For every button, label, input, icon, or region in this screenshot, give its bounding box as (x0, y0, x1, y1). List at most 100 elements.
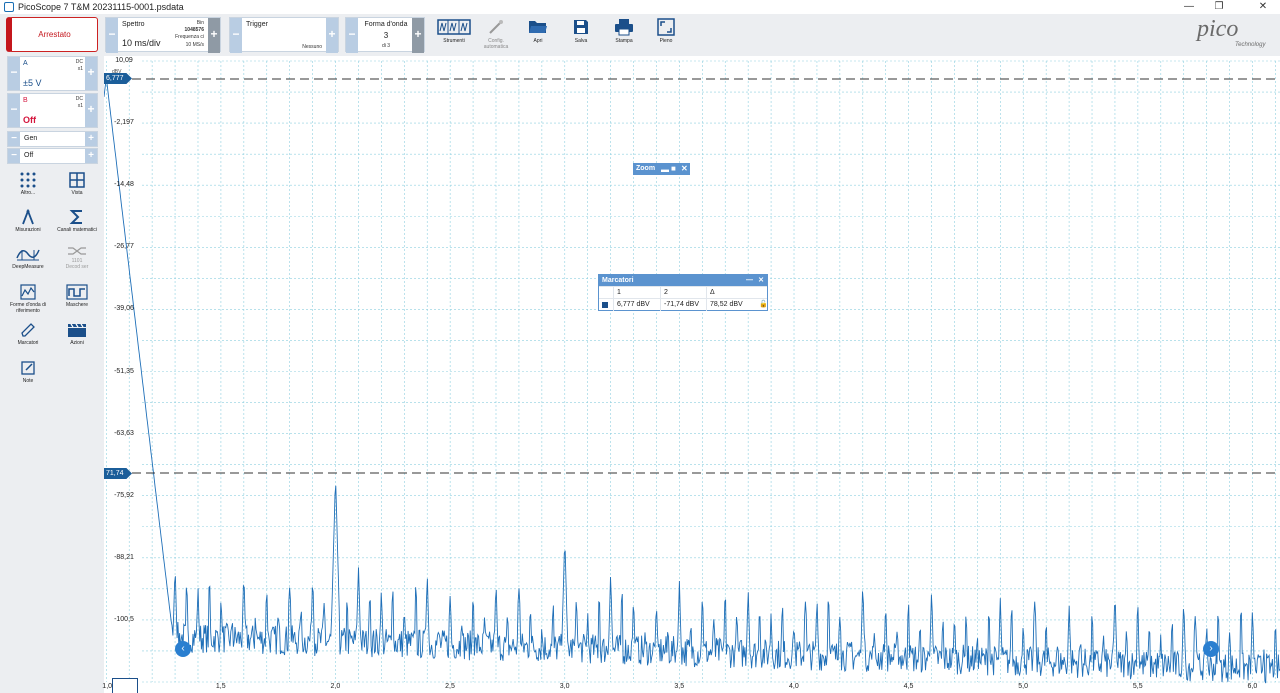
bin-label: Bin (196, 20, 204, 26)
bin-value[interactable]: 1048576 (185, 27, 204, 33)
mask-icon (66, 284, 88, 300)
pencil-icon (21, 323, 35, 337)
generator-state-control[interactable]: − Off + (7, 148, 98, 164)
view-grid-icon (69, 172, 85, 188)
generator-state-decrease-button[interactable]: − (8, 149, 20, 163)
sample-rate-value: 10 MS/s (185, 42, 204, 48)
close-icon[interactable]: ✕ (1250, 0, 1276, 14)
zoom-restore-icon[interactable]: ■ (671, 163, 676, 175)
markers-panel-header[interactable]: Marcatori — ✕ (599, 275, 767, 286)
scroll-left-button[interactable]: ‹ (175, 641, 191, 657)
reference-waveforms-label: Forme d'onda di riferimento (10, 302, 46, 314)
x-axis-tick-label: 4,0 (789, 683, 799, 690)
channel-b-range[interactable]: Off (23, 115, 36, 125)
marker-2-flag[interactable]: 71,74 (104, 468, 132, 479)
channel-a-decrease-button[interactable]: − (8, 57, 20, 90)
generator-decrease-button[interactable]: − (8, 132, 20, 146)
x-axis-tick-label: 3,5 (674, 683, 685, 690)
run-stop-button[interactable]: Arrestato (6, 17, 98, 52)
notes-label: Note (22, 378, 34, 384)
y-axis-tick-label: -63,63 (114, 429, 134, 437)
trigger-decrease-button[interactable]: − (230, 18, 242, 53)
notes-button[interactable]: Note (7, 360, 49, 384)
markers-panel-close-icon[interactable]: ✕ (758, 275, 764, 286)
title-bar: PicoScope 7 T&M 20231115-0001.psdata — ❐… (0, 0, 1280, 14)
channel-a-control[interactable]: − A DC x1 ±5 V + (7, 56, 98, 91)
serial-decode-icon (68, 247, 86, 255)
serial-decode-button[interactable]: 1101 Decod ser (56, 246, 98, 270)
instruments-button[interactable]: Strumenti (434, 17, 474, 52)
spectrum-plot-canvas[interactable] (104, 56, 1280, 693)
scroll-right-button[interactable]: › (1203, 641, 1219, 657)
logo-subtext: Technology (1235, 42, 1266, 48)
masks-button[interactable]: Maschere (56, 284, 98, 308)
x-axis-tick-label: 5,5 (1132, 683, 1143, 690)
minimize-icon[interactable]: — (1176, 0, 1202, 14)
autosetup-button[interactable]: Config. automatica (476, 17, 516, 52)
picoscope-window: PicoScope 7 T&M 20231115-0001.psdata — ❐… (0, 0, 1280, 693)
channel-b-coupling[interactable]: DC (76, 96, 83, 102)
timebase-decrease-button[interactable]: − (106, 18, 118, 53)
channel-a-range[interactable]: ±5 V (23, 78, 41, 88)
channel-b-increase-button[interactable]: + (85, 94, 97, 127)
waveform-index[interactable]: 3 (360, 31, 412, 40)
save-button[interactable]: Salva (561, 17, 601, 52)
zoom-minimize-icon[interactable]: ▬ (661, 164, 669, 176)
wand-icon (489, 20, 503, 34)
open-button[interactable]: Apri (518, 17, 558, 52)
channel-a-increase-button[interactable]: + (85, 57, 97, 90)
spectrum-plot[interactable]: 10,09 -2,197 -14,48 -26,77 -39,06 -51,35 -63,6… (102, 56, 1280, 693)
fullscreen-label: Pieno (659, 38, 673, 44)
channel-b-decrease-button[interactable]: − (8, 94, 20, 127)
channel-a-probe: x1 (77, 66, 83, 72)
generator-state-increase-button[interactable]: + (85, 149, 97, 163)
marker-1-flag[interactable]: 6,777 (104, 73, 132, 84)
axis-corner-box (112, 678, 138, 693)
y-axis-tick-label: -88,21 (114, 553, 134, 561)
generator-label: Gen (24, 135, 38, 142)
actions-button[interactable]: Azioni (56, 322, 98, 346)
measurements-button[interactable]: Misurazioni (7, 209, 49, 233)
trigger-label: Trigger (246, 21, 268, 28)
channel-b-control[interactable]: − B DC x1 Off + (7, 93, 98, 128)
x-axis-tick-label: 5,0 (1018, 683, 1028, 690)
logo-text: pico (1197, 16, 1239, 42)
generator-control[interactable]: − Gen + (7, 131, 98, 147)
x-axis-tick-label: 2,0 (330, 683, 341, 690)
channel-a-coupling[interactable]: DC (76, 59, 83, 65)
zoom-close-icon[interactable]: ✕ (681, 163, 688, 175)
save-label: Salva (574, 38, 588, 44)
zoom-overview-window[interactable]: Zoom ▬ ■ ✕ (633, 163, 690, 175)
y-axis-tick-label: 10,09 (115, 57, 133, 64)
fullscreen-button[interactable]: Pieno (646, 17, 686, 52)
deepmeasure-icon (16, 249, 40, 261)
print-button[interactable]: Stampa (604, 17, 644, 52)
view-button[interactable]: Vista (56, 172, 98, 196)
reference-waveforms-button[interactable]: Forme d'onda di riferimento (7, 284, 49, 314)
save-icon (574, 20, 588, 34)
markers-panel[interactable]: Marcatori — ✕ 1 2 Δ 6,777 dBV -71,74 dBV… (598, 274, 768, 311)
reference-waveform-icon (20, 284, 36, 300)
trigger-increase-button[interactable]: + (326, 18, 338, 53)
more-button[interactable]: Altro... (7, 172, 49, 196)
timebase-value[interactable]: 10 ms/div (122, 38, 161, 48)
math-channels-label: Canali matematici (57, 227, 97, 233)
window-title: PicoScope 7 T&M 20231115-0001.psdata (18, 2, 184, 12)
view-label: Vista (71, 190, 83, 196)
markers-panel-minimize-icon[interactable]: — (746, 275, 753, 286)
math-channels-button[interactable]: Canali matematici (56, 209, 98, 233)
restore-icon[interactable]: ❐ (1206, 0, 1232, 14)
timebase-increase-button[interactable]: + (208, 18, 220, 53)
waveform-prev-button[interactable]: − (346, 18, 358, 53)
lock-icon[interactable]: 🔓 (759, 299, 768, 311)
waveform-next-button[interactable]: + (412, 18, 424, 53)
deepmeasure-button[interactable]: DeepMeasure (7, 246, 49, 270)
left-sidebar: − A DC x1 ±5 V + − B DC x1 Off + − Gen +… (0, 56, 104, 693)
trigger-mode-value[interactable]: Nessuno (302, 44, 322, 50)
y-axis-tick-label: -26,77 (114, 243, 134, 251)
timebase-control: − Spettro 10 ms/div Bin 1048576 Frequenz… (105, 17, 221, 53)
markers-button[interactable]: Marcatori (7, 322, 49, 346)
generator-increase-button[interactable]: + (85, 132, 97, 146)
generator-state[interactable]: Off (24, 152, 33, 159)
y-axis-tick-label: -51,35 (114, 367, 134, 375)
